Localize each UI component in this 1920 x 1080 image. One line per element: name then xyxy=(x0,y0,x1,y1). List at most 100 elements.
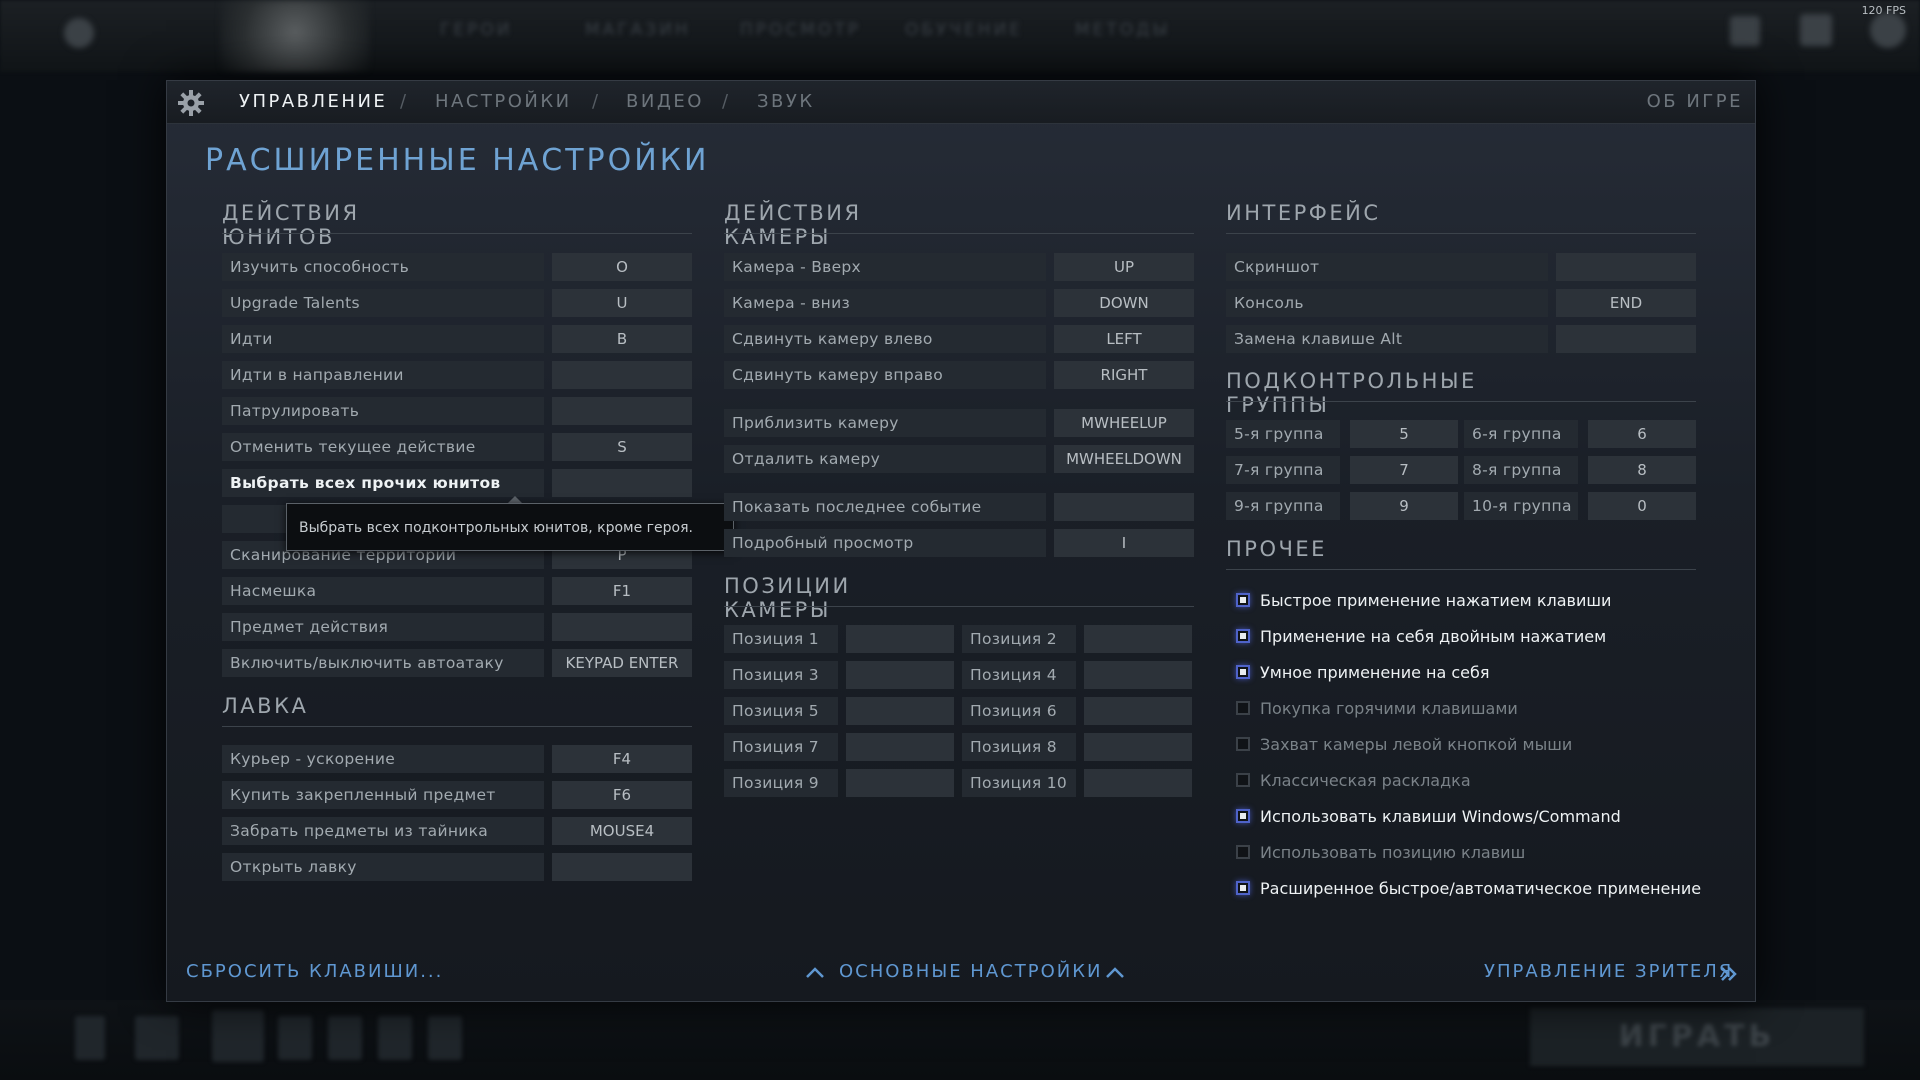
unit-action-label: Отменить текущее действие xyxy=(222,433,544,461)
camera-position-key[interactable] xyxy=(1084,733,1192,761)
camera-action-key[interactable]: I xyxy=(1054,529,1194,557)
camera-position-key[interactable] xyxy=(846,769,954,797)
unit-action-key[interactable]: F1 xyxy=(552,577,692,605)
settings-panel: УПРАВЛЕНИЕ / НАСТРОЙКИ / ВИДЕО / ЗВУК ОБ… xyxy=(166,80,1756,1002)
camera-position-key[interactable] xyxy=(1084,769,1192,797)
checkbox-unchecked[interactable] xyxy=(1236,737,1250,751)
camera-position-key[interactable] xyxy=(846,661,954,689)
section-title-control-groups: ПОДКОНТРОЛЬНЫЕ ГРУППЫ xyxy=(1226,369,1477,417)
section-title-other: ПРОЧЕЕ xyxy=(1226,537,1327,561)
checkbox-checked[interactable] xyxy=(1236,881,1250,895)
control-group-label: 5-я группа xyxy=(1226,420,1340,448)
control-group-label: 8-я группа xyxy=(1464,456,1578,484)
checkbox-checked[interactable] xyxy=(1236,809,1250,823)
avatar xyxy=(1870,12,1906,48)
shop-action-label: Открыть лавку xyxy=(222,853,544,881)
shop-action-label: Забрать предметы из тайника xyxy=(222,817,544,845)
camera-position-key[interactable] xyxy=(1084,697,1192,725)
unit-action-label: Идти в направлении xyxy=(222,361,544,389)
option-label: Умное применение на себя xyxy=(1260,663,1490,682)
unit-action-key[interactable] xyxy=(552,469,692,497)
reset-keys-link[interactable]: СБРОСИТЬ КЛАВИШИ... xyxy=(186,961,443,982)
camera-position-label: Позиция 2 xyxy=(962,625,1076,653)
camera-action-label: Сдвинуть камеру вправо xyxy=(724,361,1046,389)
unit-action-key[interactable] xyxy=(552,397,692,425)
tab-sound[interactable]: ЗВУК xyxy=(757,91,815,112)
option-label: Быстрое применение нажатием клавиши xyxy=(1260,591,1612,610)
interface-action-key[interactable] xyxy=(1556,325,1696,353)
section-divider xyxy=(222,233,692,234)
control-group-key[interactable]: 0 xyxy=(1588,492,1696,520)
checkbox-checked[interactable] xyxy=(1236,629,1250,643)
party-slot xyxy=(278,1016,312,1060)
interface-action-label: Скриншот xyxy=(1226,253,1548,281)
camera-action-key[interactable]: DOWN xyxy=(1054,289,1194,317)
camera-position-label: Позиция 6 xyxy=(962,697,1076,725)
control-group-key[interactable]: 7 xyxy=(1350,456,1458,484)
camera-position-key[interactable] xyxy=(846,625,954,653)
unit-action-key[interactable]: O xyxy=(552,253,692,281)
bg-nav-learn: ОБУЧЕНИЕ xyxy=(905,20,1024,40)
unit-action-key[interactable]: KEYPAD ENTER xyxy=(552,649,692,677)
control-group-key[interactable]: 5 xyxy=(1350,420,1458,448)
menu-icon xyxy=(64,18,94,48)
camera-action-key[interactable]: LEFT xyxy=(1054,325,1194,353)
camera-position-key[interactable] xyxy=(846,697,954,725)
camera-position-key[interactable] xyxy=(1084,661,1192,689)
option-label: Применение на себя двойным нажатием xyxy=(1260,627,1607,646)
camera-action-label: Камера - вниз xyxy=(724,289,1046,317)
checkbox-checked[interactable] xyxy=(1236,593,1250,607)
unit-action-key[interactable] xyxy=(552,361,692,389)
unit-action-key[interactable]: B xyxy=(552,325,692,353)
shop-action-key[interactable]: MOUSE4 xyxy=(552,817,692,845)
camera-action-label: Показать последнее событие xyxy=(724,493,1046,521)
camera-position-key[interactable] xyxy=(846,733,954,761)
camera-action-key[interactable] xyxy=(1054,493,1194,521)
checkbox-checked[interactable] xyxy=(1236,665,1250,679)
tab-about[interactable]: ОБ ИГРЕ xyxy=(1647,91,1743,112)
tab-video[interactable]: ВИДЕО xyxy=(626,91,704,112)
unit-action-key[interactable]: S xyxy=(552,433,692,461)
option-label: Использовать позицию клавиш xyxy=(1260,843,1526,862)
section-divider xyxy=(724,233,1194,234)
checkbox-unchecked[interactable] xyxy=(1236,701,1250,715)
shop-action-key[interactable]: F6 xyxy=(552,781,692,809)
tooltip: Выбрать всех подконтрольных юнитов, кром… xyxy=(286,503,734,551)
bg-nav-watch: ПРОСМОТР xyxy=(740,20,861,40)
interface-action-label: Консоль xyxy=(1226,289,1548,317)
interface-action-key[interactable]: END xyxy=(1556,289,1696,317)
camera-action-key[interactable]: RIGHT xyxy=(1054,361,1194,389)
unit-action-key[interactable]: U xyxy=(552,289,692,317)
camera-position-label: Позиция 4 xyxy=(962,661,1076,689)
tab-separator: / xyxy=(592,91,599,112)
camera-action-key[interactable]: MWHEELDOWN xyxy=(1054,445,1194,473)
gear-icon xyxy=(178,90,204,116)
shop-action-label: Купить закрепленный предмет xyxy=(222,781,544,809)
control-group-key[interactable]: 8 xyxy=(1588,456,1696,484)
social-icon xyxy=(75,1016,105,1060)
checkbox-unchecked[interactable] xyxy=(1236,845,1250,859)
camera-action-key[interactable]: MWHEELUP xyxy=(1054,409,1194,437)
section-divider xyxy=(1226,401,1696,402)
bg-nav-methods: МЕТОДЫ xyxy=(1075,20,1171,40)
tab-separator: / xyxy=(722,91,729,112)
checkbox-unchecked[interactable] xyxy=(1236,773,1250,787)
tab-settings[interactable]: НАСТРОЙКИ xyxy=(435,91,572,112)
camera-position-key[interactable] xyxy=(1084,625,1192,653)
section-title-unit-actions: ДЕЙСТВИЯ ЮНИТОВ xyxy=(222,201,360,249)
spectator-controls-button[interactable]: УПРАВЛЕНИЕ ЗРИТЕЛЯ xyxy=(1484,961,1740,987)
spectator-controls-label: УПРАВЛЕНИЕ ЗРИТЕЛЯ xyxy=(1484,961,1734,982)
page-title: РАСШИРЕННЫЕ НАСТРОЙКИ xyxy=(205,143,710,178)
tab-controls[interactable]: УПРАВЛЕНИЕ xyxy=(239,91,387,112)
camera-position-label: Позиция 10 xyxy=(962,769,1076,797)
control-group-key[interactable]: 9 xyxy=(1350,492,1458,520)
shop-action-key[interactable]: F4 xyxy=(552,745,692,773)
unit-action-label: Выбрать всех прочих юнитов xyxy=(222,469,544,497)
interface-action-key[interactable] xyxy=(1556,253,1696,281)
shop-action-label: Курьер - ускорение xyxy=(222,745,544,773)
shop-action-key[interactable] xyxy=(552,853,692,881)
camera-action-key[interactable]: UP xyxy=(1054,253,1194,281)
unit-action-key[interactable] xyxy=(552,613,692,641)
camera-position-label: Позиция 8 xyxy=(962,733,1076,761)
control-group-key[interactable]: 6 xyxy=(1588,420,1696,448)
